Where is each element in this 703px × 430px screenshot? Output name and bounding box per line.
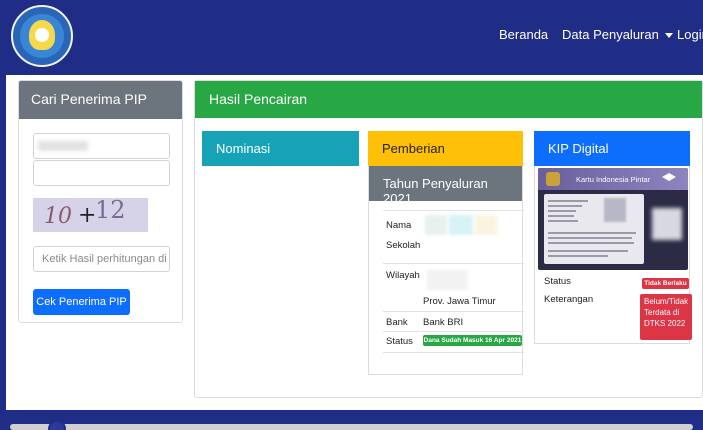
search-card: Cari Penerima PIP 10 + 12 Ketik Hasil pe… <box>18 80 183 323</box>
horizontal-scrollbar[interactable] <box>10 424 693 430</box>
keterangan-badge: Belum/Tidak Terdata di DTKS 2022 <box>640 294 692 340</box>
caret-down-icon <box>664 33 673 39</box>
captcha-answer-input[interactable]: Ketik Hasil perhitungan di <box>33 246 170 272</box>
kip-digital-card: Kartu Indonesia Pintar Status Tidak Berl… <box>534 166 692 344</box>
tahun-penyaluran-header: Tahun Penyaluran 2021 <box>369 166 522 206</box>
kip-status-label: Status <box>544 276 571 287</box>
pemberian-card: Tahun Penyaluran 2021 Nama Sekolah Wilay… <box>368 166 524 375</box>
captcha-operator: + <box>78 203 97 228</box>
kip-digital-header: KIP Digital <box>534 131 690 166</box>
graduation-cap-icon <box>662 173 676 181</box>
nama-label: Nama <box>386 220 412 231</box>
bottom-bar <box>0 410 703 430</box>
keterangan-label: Keterangan <box>544 294 594 305</box>
captcha-image: 10 + 12 <box>33 198 148 232</box>
nav-login-link[interactable]: Login <box>677 27 703 42</box>
nik-input[interactable] <box>33 160 170 186</box>
wilayah-redacted <box>427 270 467 290</box>
status-label: Status <box>386 336 413 347</box>
bank-value: Bank BRI <box>423 317 464 328</box>
wilayah-label: Wilayah <box>386 270 420 281</box>
kemendikbud-logo-icon[interactable] <box>11 5 73 67</box>
kip-card-image: Kartu Indonesia Pintar <box>538 168 688 270</box>
wilayah-province: Prov. Jawa Timur <box>423 296 496 307</box>
navbar: Beranda Data Penyaluran Login <box>0 0 703 72</box>
nav-data-penyaluran-label: Data Penyaluran <box>562 27 659 42</box>
captcha-first-number: 10 <box>44 204 72 229</box>
bank-label: Bank <box>386 317 408 328</box>
captcha-second-number: 12 <box>95 198 126 224</box>
nav-beranda-link[interactable]: Beranda <box>499 27 548 42</box>
nav-data-penyaluran-dropdown[interactable]: Data Penyaluran <box>562 27 673 42</box>
nisn-input[interactable] <box>33 133 170 159</box>
search-card-title: Cari Penerima PIP <box>19 81 182 119</box>
result-card-title: Hasil Pencairan <box>195 81 702 118</box>
garuda-emblem-icon <box>546 172 560 186</box>
nama-redacted <box>425 215 447 235</box>
kip-card-title: Kartu Indonesia Pintar <box>576 175 651 184</box>
pemberian-header: Pemberian <box>368 131 523 166</box>
cek-penerima-button[interactable]: Cek Penerima PIP <box>33 289 130 315</box>
status-badge: Dana Sudah Masuk 16 Apr 2021 <box>423 335 522 346</box>
sekolah-label: Sekolah <box>386 240 421 251</box>
nominasi-header: Nominasi <box>202 131 359 166</box>
kip-status-badge: Tidak Berlaku <box>642 278 689 289</box>
scrollbar-thumb[interactable] <box>48 420 66 430</box>
